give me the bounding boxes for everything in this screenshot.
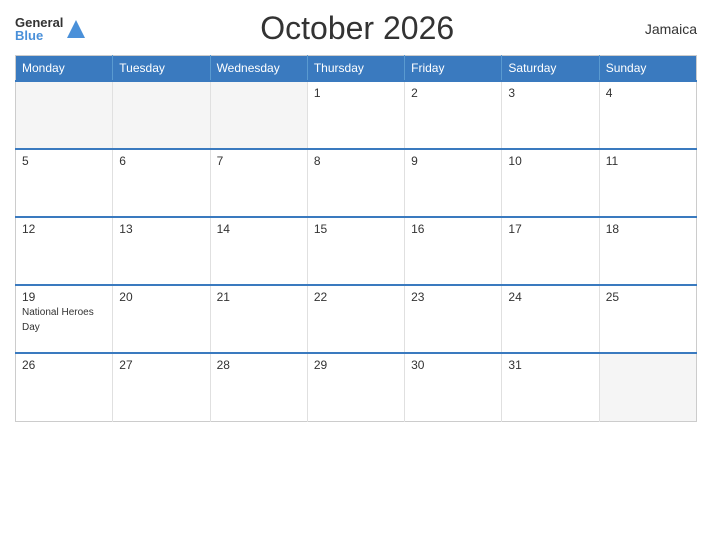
day-number: 20 (119, 290, 203, 304)
day-number: 4 (606, 86, 690, 100)
calendar-cell: 30 (405, 353, 502, 421)
header-wednesday: Wednesday (210, 56, 307, 82)
day-number: 29 (314, 358, 398, 372)
calendar-cell: 18 (599, 217, 696, 285)
day-number: 31 (508, 358, 592, 372)
header-tuesday: Tuesday (113, 56, 210, 82)
calendar-table: Monday Tuesday Wednesday Thursday Friday… (15, 55, 697, 422)
calendar-cell: 28 (210, 353, 307, 421)
calendar-cell: 27 (113, 353, 210, 421)
logo: General Blue (15, 16, 87, 42)
country-label: Jamaica (627, 21, 697, 37)
day-number: 18 (606, 222, 690, 236)
calendar-cell: 29 (307, 353, 404, 421)
day-number: 21 (217, 290, 301, 304)
day-number: 30 (411, 358, 495, 372)
day-number: 16 (411, 222, 495, 236)
calendar-cell: 23 (405, 285, 502, 353)
day-number: 9 (411, 154, 495, 168)
calendar-cell: 8 (307, 149, 404, 217)
logo-blue-text: Blue (15, 29, 63, 42)
day-number: 12 (22, 222, 106, 236)
calendar-cell: 5 (16, 149, 113, 217)
calendar-week-row: 12 13 14 15 16 17 18 (16, 217, 697, 285)
calendar-week-row: 1234 (16, 81, 697, 149)
header-saturday: Saturday (502, 56, 599, 82)
holiday-label: National Heroes Day (22, 307, 94, 333)
calendar-week-row: 26 27 28 29 30 31 (16, 353, 697, 421)
day-number: 3 (508, 86, 592, 100)
day-number: 28 (217, 358, 301, 372)
calendar-cell: 16 (405, 217, 502, 285)
header-sunday: Sunday (599, 56, 696, 82)
calendar-cell: 3 (502, 81, 599, 149)
day-number: 6 (119, 154, 203, 168)
day-number: 14 (217, 222, 301, 236)
calendar-cell: 11 (599, 149, 696, 217)
calendar-cell: 1 (307, 81, 404, 149)
month-title: October 2026 (87, 10, 627, 47)
day-number: 7 (217, 154, 301, 168)
day-number: 26 (22, 358, 106, 372)
logo-flag-icon (65, 18, 87, 40)
header-monday: Monday (16, 56, 113, 82)
day-number: 10 (508, 154, 592, 168)
header: General Blue October 2026 Jamaica (15, 10, 697, 47)
calendar-week-row: 56789 10 11 (16, 149, 697, 217)
calendar-cell: 15 (307, 217, 404, 285)
day-number: 22 (314, 290, 398, 304)
calendar-cell: 6 (113, 149, 210, 217)
calendar-cell (16, 81, 113, 149)
calendar-cell: 9 (405, 149, 502, 217)
calendar-week-row: 19 National Heroes Day 20 21 22 23 24 25 (16, 285, 697, 353)
calendar-cell (210, 81, 307, 149)
calendar-cell (599, 353, 696, 421)
day-number: 25 (606, 290, 690, 304)
calendar-cell: 26 (16, 353, 113, 421)
header-thursday: Thursday (307, 56, 404, 82)
day-number: 15 (314, 222, 398, 236)
calendar-cell: 22 (307, 285, 404, 353)
calendar-cell: 31 (502, 353, 599, 421)
weekday-header-row: Monday Tuesday Wednesday Thursday Friday… (16, 56, 697, 82)
calendar-cell: 17 (502, 217, 599, 285)
day-number: 11 (606, 154, 690, 168)
calendar-cell: 21 (210, 285, 307, 353)
calendar-cell: 7 (210, 149, 307, 217)
logo-general-text: General (15, 16, 63, 29)
header-friday: Friday (405, 56, 502, 82)
day-number: 24 (508, 290, 592, 304)
calendar-cell: 24 (502, 285, 599, 353)
calendar-cell: 19 National Heroes Day (16, 285, 113, 353)
day-number: 2 (411, 86, 495, 100)
calendar-cell: 10 (502, 149, 599, 217)
day-number: 23 (411, 290, 495, 304)
calendar-cell: 12 (16, 217, 113, 285)
calendar-cell: 14 (210, 217, 307, 285)
day-number: 13 (119, 222, 203, 236)
day-number: 27 (119, 358, 203, 372)
calendar-page: General Blue October 2026 Jamaica Monday… (0, 0, 712, 550)
calendar-cell: 20 (113, 285, 210, 353)
day-number: 8 (314, 154, 398, 168)
calendar-cell: 25 (599, 285, 696, 353)
day-number: 5 (22, 154, 106, 168)
day-number: 1 (314, 86, 398, 100)
calendar-cell: 2 (405, 81, 502, 149)
calendar-cell: 4 (599, 81, 696, 149)
calendar-cell (113, 81, 210, 149)
day-number: 19 (22, 290, 106, 304)
calendar-cell: 13 (113, 217, 210, 285)
day-number: 17 (508, 222, 592, 236)
